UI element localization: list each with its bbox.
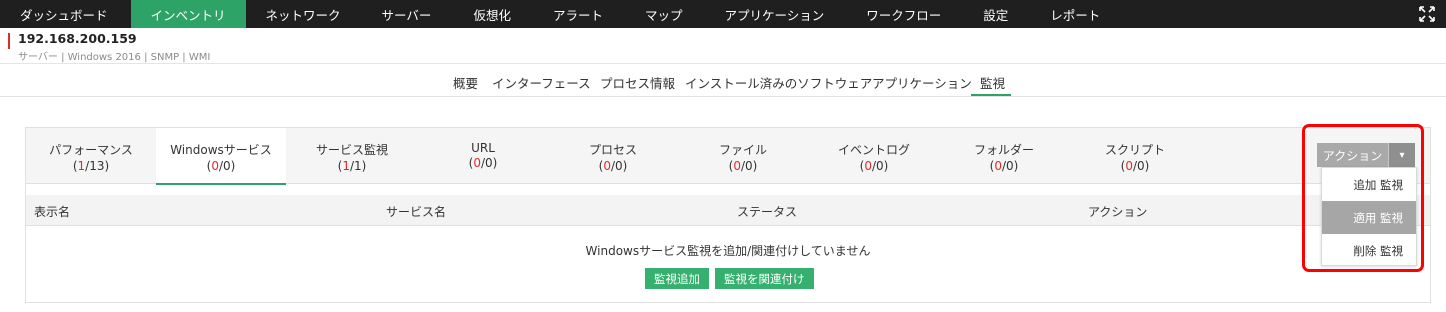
monitor-tab-count: (0/0) [468, 156, 498, 170]
nav-item-inventory[interactable]: インベントリ [130, 0, 246, 28]
column-status[interactable]: ステータス [737, 203, 797, 220]
action-dropdown-menu: 追加 監視 適用 監視 削除 監視 [1321, 167, 1417, 266]
menu-item-add-monitor[interactable]: 追加 監視 [1322, 168, 1416, 201]
caret-down-icon: ▾ [1388, 143, 1415, 167]
add-monitor-button[interactable]: 監視追加 [645, 268, 709, 289]
status-indicator-bar [8, 33, 10, 49]
monitors-panel: パフォーマンス (1/13) Windowsサービス (0/0) サービス監視 … [25, 127, 1431, 303]
monitor-tab-count: (1/13) [72, 159, 110, 173]
menu-item-delete-monitor[interactable]: 削除 監視 [1322, 234, 1416, 267]
monitor-tab-count: (1/1) [337, 159, 367, 173]
nav-item-settings[interactable]: 設定 [962, 0, 1029, 28]
nav-item-alerts[interactable]: アラート [532, 0, 624, 28]
table-header: 表示名 サービス名 ステータス アクション [26, 195, 1430, 226]
device-subtabs: 概要 インターフェース プロセス情報 インストール済みのソフトウェア アプリケー… [0, 64, 1446, 97]
nav-item-server[interactable]: サーバー [361, 0, 453, 28]
monitor-tab-process[interactable]: プロセス (0/0) [548, 128, 678, 184]
nav-item-network[interactable]: ネットワーク [246, 0, 361, 28]
tab-monitors[interactable]: 監視 [980, 73, 1005, 92]
top-navigation: ダッシュボード インベントリ ネットワーク サーバー 仮想化 アラート マップ … [0, 0, 1446, 28]
monitor-tab-count: (0/0) [728, 159, 758, 173]
monitor-tab-label: Windowsサービス [170, 143, 272, 157]
monitor-tab-count: (0/0) [989, 159, 1019, 173]
monitor-tab-label: URL [471, 141, 495, 155]
device-header: 192.168.200.159 サーバー | Windows 2016 | SN… [0, 28, 1446, 64]
monitor-tab-label: パフォーマンス [49, 143, 133, 157]
associate-monitor-button[interactable]: 監視を関連付け [715, 268, 814, 289]
monitor-tab-url[interactable]: URL (0/0) [418, 128, 548, 184]
nav-item-reports[interactable]: レポート [1029, 0, 1121, 28]
column-action[interactable]: アクション [1088, 203, 1147, 220]
tab-process-info[interactable]: プロセス情報 [600, 73, 675, 92]
nav-item-applications[interactable]: アプリケーション [703, 0, 845, 28]
action-dropdown-button[interactable]: アクション ▾ [1317, 143, 1415, 167]
column-service-name[interactable]: サービス名 [386, 203, 446, 220]
nav-item-maps[interactable]: マップ [624, 0, 704, 28]
monitor-tab-event-log[interactable]: イベントログ (0/0) [809, 128, 939, 184]
tab-interfaces[interactable]: インターフェース [492, 73, 591, 92]
monitor-tab-count: (0/0) [598, 159, 628, 173]
monitor-tab-label: サービス監視 [315, 143, 388, 157]
expand-arrows-icon[interactable] [1418, 5, 1436, 23]
menu-item-apply-monitor[interactable]: 適用 監視 [1322, 201, 1416, 234]
monitor-tab-performance[interactable]: パフォーマンス (1/13) [26, 128, 156, 184]
device-details: サーバー | Windows 2016 | SNMP | WMI [18, 52, 211, 63]
tab-applications[interactable]: アプリケーション [872, 73, 972, 92]
action-button-label: アクション [1317, 143, 1388, 167]
monitor-tab-label: プロセス [588, 143, 637, 157]
monitor-tab-script[interactable]: スクリプト (0/0) [1070, 128, 1200, 184]
monitor-type-tabs: パフォーマンス (1/13) Windowsサービス (0/0) サービス監視 … [26, 128, 1430, 185]
monitor-tab-label: ファイル [718, 143, 767, 157]
monitor-tab-count: (0/0) [859, 159, 889, 173]
monitor-tab-folder[interactable]: フォルダー (0/0) [939, 128, 1069, 184]
column-display-name[interactable]: 表示名 [34, 203, 70, 220]
nav-item-dashboard[interactable]: ダッシュボード [0, 0, 131, 28]
monitor-tab-count: (0/0) [206, 159, 236, 173]
monitor-tab-windows-services[interactable]: Windowsサービス (0/0) [156, 128, 286, 185]
monitor-tab-count: (0/0) [1120, 159, 1150, 173]
active-tab-underline [971, 94, 1011, 96]
monitor-tab-label: フォルダー [973, 143, 1034, 157]
device-ip: 192.168.200.159 [18, 31, 137, 46]
empty-state-actions: 監視追加 監視を関連付け [645, 268, 814, 289]
monitor-tab-label: スクリプト [1104, 143, 1165, 157]
nav-item-virtualization[interactable]: 仮想化 [452, 0, 532, 28]
monitor-tab-label: イベントログ [837, 143, 910, 157]
empty-state-message: Windowsサービス監視を追加/関連付けしていません [585, 244, 871, 258]
tab-overview[interactable]: 概要 [453, 73, 478, 92]
nav-item-workflow[interactable]: ワークフロー [845, 0, 962, 28]
monitor-tab-service-monitors[interactable]: サービス監視 (1/1) [287, 128, 417, 184]
tab-installed-software[interactable]: インストール済みのソフトウェア [685, 73, 872, 92]
monitor-tab-file[interactable]: ファイル (0/0) [678, 128, 808, 184]
